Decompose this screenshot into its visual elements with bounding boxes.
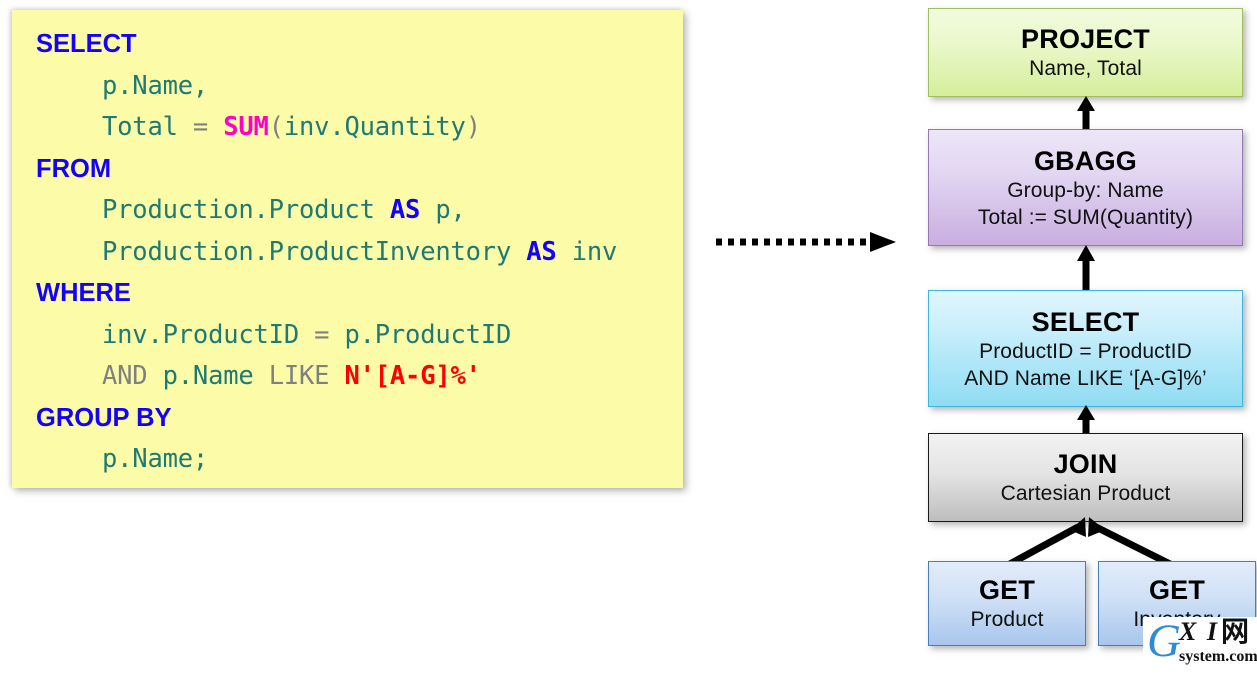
sql-token: AND — [102, 361, 163, 391]
sql-token: p.Name; — [102, 444, 209, 474]
sql-line: Total = SUM(inv.Quantity) — [36, 107, 617, 149]
tree-node-project[interactable]: PROJECT Name, Total — [928, 8, 1243, 97]
sql-line: AND p.Name LIKE N'[A-G]%' — [36, 356, 617, 398]
node-title: SELECT — [1031, 306, 1140, 337]
node-subtitle-1: Group-by: Name — [1007, 178, 1164, 202]
sql-token: inv — [556, 236, 618, 267]
tree-node-select[interactable]: SELECT ProductID = ProductID AND Name LI… — [928, 290, 1243, 407]
node-title: GBAGG — [1033, 145, 1137, 176]
sql-token: p.Name — [162, 361, 269, 391]
tree-node-get-product[interactable]: GET Product — [928, 561, 1086, 646]
watermark-xi-letters: X I — [1179, 617, 1219, 646]
watermark-cjk-char: 网 — [1221, 617, 1250, 647]
sql-token: = — [192, 112, 224, 142]
arrow-join-to-select-icon — [1077, 405, 1095, 436]
tree-node-join[interactable]: JOIN Cartesian Product — [928, 433, 1243, 522]
sql-line: p.Name; — [36, 439, 617, 481]
node-title: JOIN — [1053, 449, 1118, 479]
sql-code-text: SELECT p.Name, Total = SUM(inv.Quantity)… — [36, 24, 617, 481]
sql-token: LIKE — [268, 361, 345, 391]
arrow-select-to-gbagg-icon — [1077, 245, 1095, 293]
sql-token: Production.Product — [102, 195, 390, 225]
sql-token: N'[A-G]%' — [344, 361, 481, 391]
watermark-logo: G X I 网 system.com — [1143, 617, 1257, 679]
flow-arrow-icon — [716, 232, 896, 252]
sql-token: ) — [465, 112, 481, 142]
node-title: GET — [1148, 575, 1206, 605]
sql-token: AS — [389, 195, 421, 225]
tree-node-gbagg[interactable]: GBAGG Group-by: Name Total := SUM(Quanti… — [928, 129, 1243, 246]
node-subtitle: Product — [970, 608, 1044, 631]
sql-line: GROUP BY — [36, 398, 617, 440]
sql-token: SELECT — [36, 30, 137, 58]
node-subtitle-1: ProductID = ProductID — [979, 339, 1192, 363]
sql-token: FROM — [36, 154, 112, 183]
sql-line: Production.Product AS p, — [36, 190, 617, 232]
node-subtitle-2: Total := SUM(Quantity) — [977, 205, 1194, 229]
sql-token: AS — [526, 236, 557, 267]
watermark-domain-text: system.com — [1179, 648, 1257, 665]
node-subtitle: Name, Total — [1029, 57, 1142, 80]
node-subtitle: Cartesian Product — [1000, 482, 1171, 505]
sql-token: SUM — [223, 112, 269, 142]
node-title: PROJECT — [1021, 24, 1150, 54]
sql-code-panel: SELECT p.Name, Total = SUM(inv.Quantity)… — [12, 10, 683, 488]
sql-token: inv.Quantity — [283, 112, 466, 142]
sql-token: ( — [268, 112, 284, 142]
node-title: GET — [978, 575, 1036, 605]
node-subtitle-2: AND Name LIKE ‘[A-G]%’ — [964, 366, 1207, 390]
arrow-gbagg-to-project-icon — [1077, 96, 1095, 132]
sql-token: p.ProductID — [344, 319, 512, 350]
sql-line: SELECT — [36, 24, 617, 66]
sql-token: p, — [420, 195, 466, 225]
sql-token: WHERE — [36, 279, 131, 307]
sql-line: inv.ProductID = p.ProductID — [36, 315, 617, 357]
sql-token: Production.ProductInventory — [102, 236, 527, 267]
sql-token: Total — [102, 112, 193, 142]
sql-line: WHERE — [36, 273, 617, 315]
sql-token: inv.ProductID — [102, 319, 315, 350]
sql-token: = — [314, 319, 345, 350]
sql-line: FROM — [36, 149, 617, 191]
sql-token: GROUP BY — [36, 403, 172, 432]
arrow-gets-to-join-icon — [1006, 517, 1174, 567]
sql-line: p.Name, — [36, 66, 617, 108]
watermark-g-letter: G — [1147, 617, 1181, 667]
sql-line: Production.ProductInventory AS inv — [36, 232, 617, 274]
sql-token: p.Name, — [102, 70, 209, 101]
